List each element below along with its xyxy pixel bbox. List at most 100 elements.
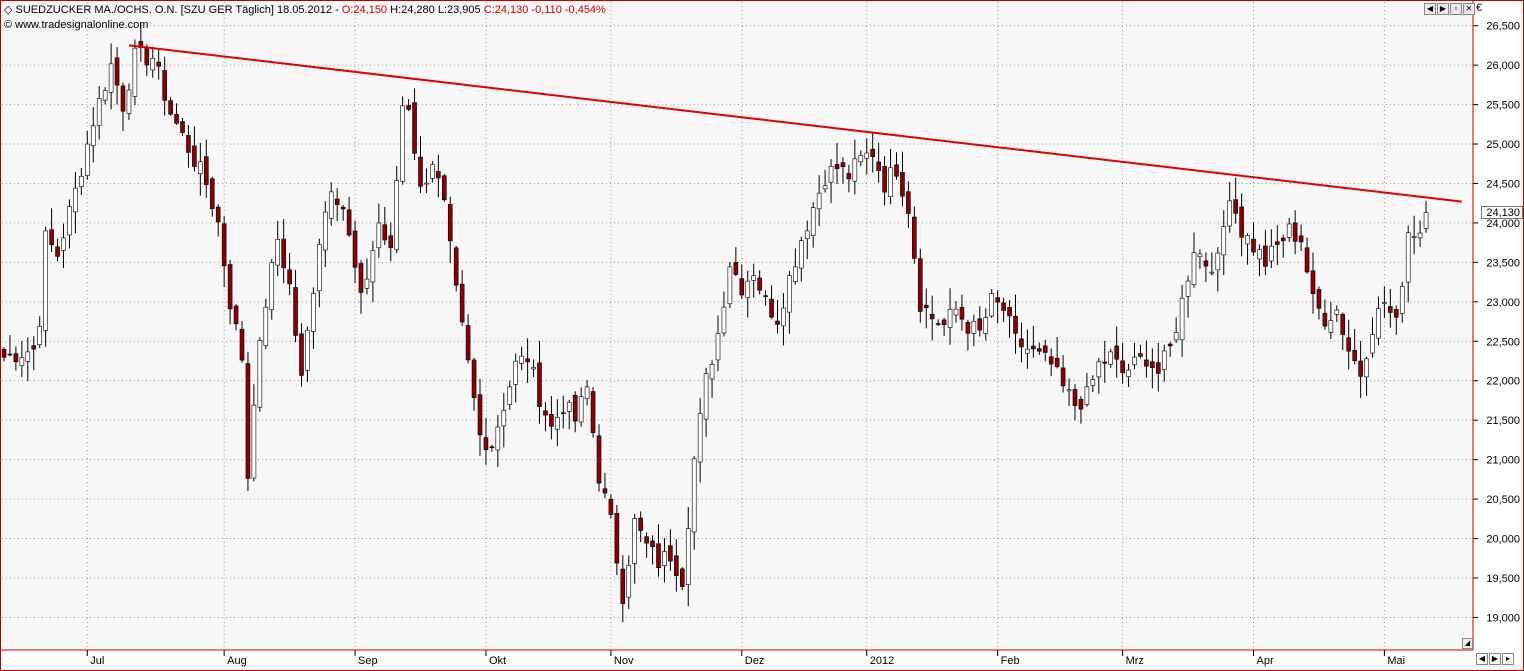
header-icon[interactable]: ◇	[4, 4, 12, 16]
candle-body	[61, 237, 66, 251]
candle	[132, 39, 138, 106]
candle-body	[1185, 280, 1191, 297]
candle	[727, 262, 733, 309]
candle-body	[126, 89, 132, 114]
candle-body	[1215, 252, 1221, 271]
arrow-left-icon[interactable]: ◀	[1424, 3, 1436, 15]
candle-body	[923, 304, 929, 308]
candle-body	[1411, 236, 1417, 238]
header-date: 18.05.2012 -	[276, 4, 339, 16]
candle-body	[549, 414, 554, 427]
candle	[965, 319, 971, 351]
candle-body	[108, 63, 114, 93]
candle	[721, 291, 727, 337]
candle	[412, 88, 417, 161]
candle	[638, 511, 643, 543]
candle	[1263, 230, 1268, 276]
candle	[959, 294, 965, 331]
candle	[715, 315, 721, 372]
candle-body	[965, 322, 971, 334]
candle	[245, 351, 251, 491]
candle	[1352, 328, 1357, 365]
candle-body	[1054, 357, 1060, 368]
candle-body	[477, 394, 483, 436]
x-tick-label: Mai	[1387, 655, 1405, 667]
candle	[1096, 357, 1102, 394]
candle	[775, 300, 780, 334]
candle	[578, 387, 584, 427]
candle	[43, 226, 48, 347]
x-tick-label: Dez	[745, 655, 765, 667]
candle	[477, 378, 483, 456]
scroll-right-icon[interactable]: ▶	[1489, 653, 1501, 665]
scroll-end-icon[interactable]: ▸	[1502, 653, 1514, 665]
candle	[436, 154, 441, 198]
candle-body	[1191, 252, 1197, 286]
price-chart[interactable]: 19,000 19,500 20,000 20,500 21,000 21,500 22,0…	[0, 0, 1524, 671]
candle	[299, 323, 304, 387]
candle-body	[614, 513, 620, 564]
candle	[370, 240, 376, 303]
close-icon[interactable]: ✕	[1463, 3, 1475, 15]
candle-body	[715, 333, 721, 361]
candle-body	[174, 114, 179, 124]
candle-body	[418, 156, 423, 187]
candle-body	[1167, 343, 1173, 347]
chart-toolbar: ◀ ▶ ▫ ✕	[1424, 3, 1475, 15]
candle-body	[1245, 235, 1250, 245]
candle	[1304, 237, 1310, 274]
candle-body	[293, 287, 298, 336]
candle-body	[102, 90, 108, 101]
candle	[888, 148, 893, 205]
candle	[465, 314, 471, 364]
candle	[120, 82, 126, 132]
candle-body	[638, 517, 643, 531]
candle	[882, 156, 887, 206]
candle	[953, 301, 959, 323]
candle	[239, 320, 245, 363]
candle	[537, 340, 542, 424]
candle	[1334, 305, 1340, 322]
candle-body	[311, 293, 316, 332]
candle-body	[1150, 361, 1155, 368]
candle	[674, 539, 679, 592]
candle-body	[1298, 235, 1304, 243]
candle-body	[644, 536, 649, 544]
candle-body	[1370, 334, 1375, 354]
candle	[156, 49, 161, 80]
candle	[1233, 177, 1238, 224]
candle	[31, 336, 37, 371]
candle	[192, 126, 197, 172]
x-tick-label: 2012	[870, 655, 894, 667]
candle-body	[858, 155, 864, 163]
resize-icon[interactable]: ◢	[1462, 638, 1473, 649]
candle-body	[876, 161, 881, 171]
candle	[608, 494, 614, 519]
site-url: www.tradesignalonline.com	[15, 19, 149, 31]
candle	[1310, 252, 1316, 314]
candle-body	[1423, 212, 1429, 229]
candle-body	[757, 277, 762, 291]
candle-body	[798, 240, 804, 269]
candle	[555, 399, 560, 447]
candle	[501, 392, 507, 448]
arrow-right-icon[interactable]: ▶	[1437, 3, 1449, 15]
candle	[1209, 252, 1215, 276]
candle	[656, 524, 661, 577]
candle	[382, 206, 388, 246]
candle	[917, 248, 923, 323]
candle-body	[96, 98, 102, 126]
candle-body	[269, 262, 275, 310]
candle-body	[394, 180, 400, 251]
candle	[1388, 289, 1393, 328]
scroll-left-icon[interactable]: ◀	[1476, 653, 1488, 665]
candle	[1042, 339, 1048, 362]
candle	[691, 456, 697, 550]
restore-icon[interactable]: ▫	[1450, 3, 1462, 15]
candle	[989, 288, 995, 319]
scroll-controls: ◀ ▶ ▸	[1476, 653, 1514, 665]
candle	[757, 270, 762, 295]
candle	[1019, 322, 1024, 363]
y-tick-label: 25,500	[1486, 100, 1520, 112]
candle-body	[346, 209, 352, 236]
